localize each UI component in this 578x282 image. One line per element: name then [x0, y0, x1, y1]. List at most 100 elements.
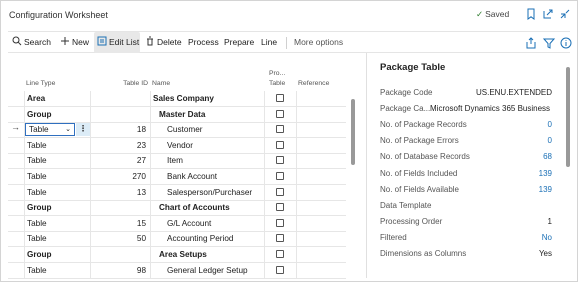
factbox-field: No. of Package Records 0: [380, 120, 552, 136]
table-row[interactable]: Table 27 Item: [8, 153, 346, 170]
factbox-field-label: Data Template: [380, 200, 432, 210]
name-cell[interactable]: Sales Company: [153, 91, 263, 106]
search-button[interactable]: Search: [12, 32, 51, 53]
promoted-table-checkbox[interactable]: [276, 156, 284, 165]
name-cell[interactable]: Chart of Accounts: [159, 200, 263, 215]
line-type-select[interactable]: Table ⌄: [25, 123, 75, 137]
line-type-cell[interactable]: Table: [27, 263, 87, 278]
factbox-field-label: No. of Package Errors: [380, 136, 459, 146]
column-header-table-id[interactable]: Table ID: [92, 53, 148, 91]
name-cell[interactable]: Bank Account: [167, 169, 263, 184]
title-bar: Configuration Worksheet ✓ Saved: [0, 0, 578, 30]
line-button[interactable]: Line: [261, 32, 277, 53]
promoted-table-checkbox[interactable]: [276, 94, 284, 102]
collapse-icon[interactable]: [558, 7, 572, 21]
factbox-field-value: Microsoft Dynamics 365 Business ...: [430, 104, 552, 114]
promoted-table-checkbox[interactable]: [276, 172, 284, 180]
table-id-cell[interactable]: 18: [92, 122, 146, 137]
line-type-cell[interactable]: Table: [27, 185, 87, 200]
table-row[interactable]: Table 50 Accounting Period: [8, 231, 346, 248]
table-row[interactable]: → Table ⌄ ⋮ 18 Customer: [8, 122, 346, 139]
table-id-cell[interactable]: 15: [92, 216, 146, 231]
table-row[interactable]: Table 98 General Ledger Setup: [8, 263, 346, 279]
factbox-field-value[interactable]: 0: [548, 120, 552, 129]
name-cell[interactable]: Salesperson/Purchaser: [167, 185, 263, 200]
promoted-table-checkbox[interactable]: [276, 125, 284, 134]
factbox-field-value[interactable]: 0: [548, 136, 552, 145]
promoted-table-checkbox[interactable]: [276, 140, 284, 149]
promoted-table-checkbox[interactable]: [276, 250, 284, 258]
factbox-field-value[interactable]: 139: [539, 169, 552, 178]
table-row[interactable]: Table 15 G/L Account: [8, 216, 346, 232]
column-header-line-type[interactable]: Line Type: [26, 53, 86, 91]
line-type-cell[interactable]: Table: [27, 169, 87, 184]
table-row[interactable]: Group Master Data: [8, 107, 346, 123]
line-type-cell[interactable]: Group: [27, 200, 87, 215]
factbox-field-label: Processing Order: [380, 216, 443, 226]
share-icon[interactable]: [524, 36, 538, 50]
promoted-table-checkbox[interactable]: [276, 187, 284, 196]
new-button[interactable]: New: [60, 32, 89, 53]
bookmark-icon[interactable]: [524, 7, 538, 21]
promoted-table-checkbox[interactable]: [276, 218, 284, 227]
name-cell[interactable]: Master Data: [159, 107, 263, 122]
edit-list-label: Edit List: [109, 37, 140, 47]
name-cell[interactable]: Customer: [167, 122, 263, 137]
line-type-cell[interactable]: Table: [27, 153, 87, 168]
factbox-field: Package Code US.ENU.EXTENDED: [380, 88, 552, 104]
process-button[interactable]: Process: [188, 32, 219, 53]
factbox-field-value[interactable]: No: [542, 233, 552, 242]
factbox-field: Package Ca... Microsoft Dynamics 365 Busi…: [380, 104, 552, 120]
promoted-table-checkbox[interactable]: [276, 203, 284, 212]
page-title: Configuration Worksheet: [9, 10, 108, 20]
table-id-cell[interactable]: [92, 91, 146, 106]
info-icon[interactable]: [559, 36, 573, 50]
edit-list-button[interactable]: Edit List: [94, 32, 140, 53]
table-id-cell[interactable]: 98: [92, 263, 146, 278]
table-id-cell[interactable]: 50: [92, 231, 146, 246]
column-header-promoted-table[interactable]: Pro... Table: [266, 53, 292, 91]
column-header-reference[interactable]: Reference: [298, 53, 348, 91]
line-type-cell[interactable]: Table: [27, 231, 87, 246]
table-row[interactable]: Table 23 Vendor: [8, 138, 346, 154]
promoted-table-checkbox[interactable]: [276, 265, 284, 274]
table-id-cell[interactable]: [92, 107, 146, 122]
name-cell[interactable]: Item: [167, 153, 263, 168]
more-options-button[interactable]: More options: [294, 32, 343, 53]
promoted-table-checkbox[interactable]: [276, 234, 284, 243]
prepare-button[interactable]: Prepare: [224, 32, 254, 53]
line-type-cell[interactable]: Table: [27, 138, 87, 153]
factbox-field-value[interactable]: 139: [539, 185, 552, 194]
table-id-cell[interactable]: 23: [92, 138, 146, 153]
table-row[interactable]: Area Sales Company: [8, 91, 346, 107]
table-id-cell[interactable]: 13: [92, 185, 146, 200]
table-id-cell[interactable]: 270: [92, 169, 146, 184]
factbox-field-value[interactable]: 68: [543, 152, 552, 161]
factbox-field: Dimensions as Columns Yes: [380, 249, 552, 265]
line-type-cell[interactable]: Group: [27, 247, 87, 262]
line-type-cell[interactable]: Group: [27, 107, 87, 122]
factbox-divider: [366, 53, 367, 278]
table-row[interactable]: Group Chart of Accounts: [8, 200, 346, 217]
table-id-cell[interactable]: [92, 247, 146, 262]
grid-scrollbar[interactable]: [351, 99, 355, 165]
table-row[interactable]: Table 270 Bank Account: [8, 169, 346, 185]
line-type-cell[interactable]: Area: [27, 91, 87, 106]
column-header-name[interactable]: Name: [152, 53, 262, 91]
table-row[interactable]: Table 13 Salesperson/Purchaser: [8, 185, 346, 201]
name-cell[interactable]: Accounting Period: [167, 231, 263, 246]
factbox-scrollbar[interactable]: [566, 67, 570, 167]
table-row[interactable]: Group Area Setups: [8, 247, 346, 263]
table-id-cell[interactable]: [92, 200, 146, 215]
row-actions-button[interactable]: ⋮: [76, 123, 90, 137]
name-cell[interactable]: General Ledger Setup: [167, 263, 263, 278]
line-type-cell[interactable]: Table: [27, 216, 87, 231]
promoted-table-checkbox[interactable]: [276, 109, 284, 118]
name-cell[interactable]: Vendor: [167, 138, 263, 153]
delete-button[interactable]: Delete: [145, 32, 182, 53]
table-id-cell[interactable]: 27: [92, 153, 146, 168]
filter-icon[interactable]: [542, 36, 556, 50]
name-cell[interactable]: Area Setups: [159, 247, 263, 262]
open-new-window-icon[interactable]: [541, 7, 555, 21]
name-cell[interactable]: G/L Account: [167, 216, 263, 231]
